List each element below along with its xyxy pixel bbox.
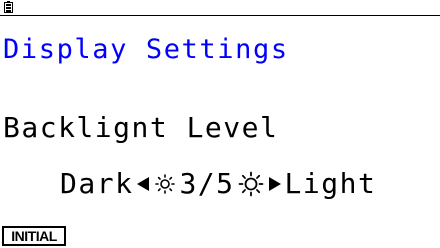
status-bar [0, 0, 440, 14]
sun-small-icon [155, 174, 176, 194]
initial-softkey[interactable]: INITIAL [2, 226, 66, 246]
title-area: Display Settings [0, 15, 440, 66]
triangle-right-icon[interactable] [268, 177, 281, 191]
triangle-left-icon[interactable] [137, 177, 150, 191]
dark-label: Dark [60, 167, 134, 200]
page-title: Display Settings [3, 34, 289, 65]
level-value: 3/5 [179, 167, 235, 200]
sun-large-icon [238, 171, 263, 197]
battery-icon [4, 1, 13, 13]
light-label: Light [284, 167, 377, 200]
backlight-level-control[interactable]: Dark 3/5 Light [60, 168, 376, 200]
setting-label: Backlignt Level [3, 111, 279, 144]
